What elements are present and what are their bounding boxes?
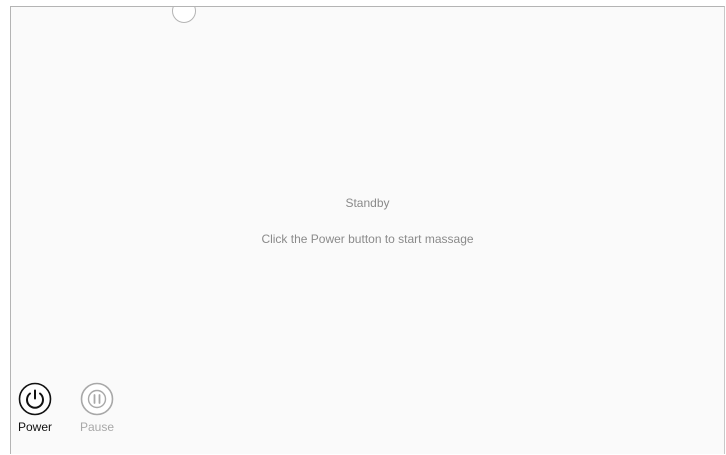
top-tab-indicator bbox=[172, 7, 196, 23]
pause-icon bbox=[80, 382, 114, 416]
status-hint: Click the Power button to start massage bbox=[261, 232, 474, 246]
power-button[interactable]: Power bbox=[10, 382, 60, 434]
power-icon bbox=[18, 382, 52, 416]
pause-button[interactable]: Pause bbox=[72, 382, 122, 434]
pause-button-label: Pause bbox=[79, 420, 115, 434]
status-title: Standby bbox=[345, 196, 390, 210]
power-button-label: Power bbox=[17, 420, 52, 434]
